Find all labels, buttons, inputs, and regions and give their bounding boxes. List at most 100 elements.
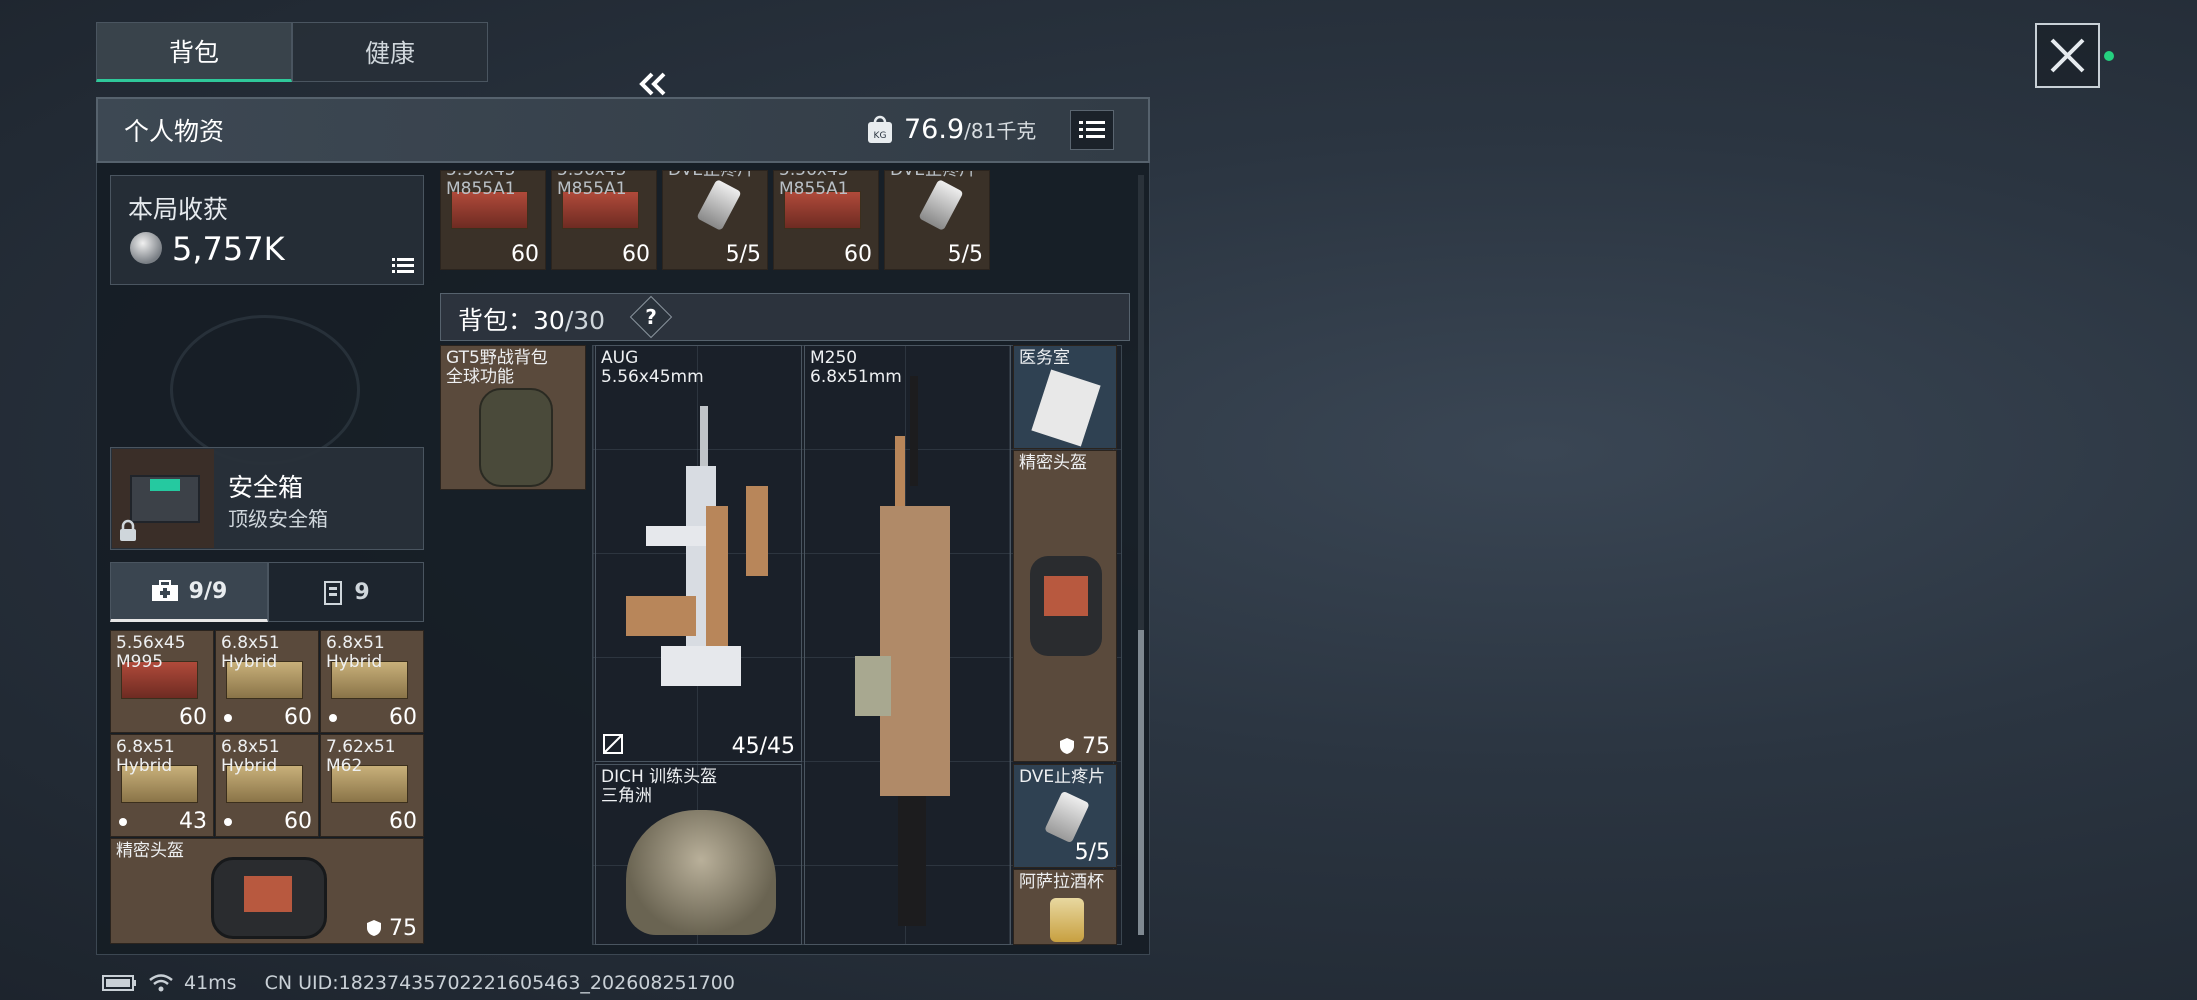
item-name: DICH 训练头盔 三角洲	[601, 767, 718, 806]
harvest-title: 本局收获	[128, 195, 229, 224]
item-count: 60	[284, 809, 312, 834]
pocket-ammo-cell[interactable]: 6.8x51 Hybrid 60	[215, 734, 319, 837]
helmet-bag-image	[211, 857, 327, 939]
medkit-image	[1031, 369, 1101, 447]
close-button[interactable]	[2035, 23, 2100, 88]
pocket-ammo-cell[interactable]: 6.8x51 Hybrid 43	[110, 734, 214, 837]
weight-readout: 76.9/81千克	[904, 114, 1037, 145]
item-name: 6.8x51 Hybrid	[326, 633, 385, 672]
dich-helmet-image	[626, 810, 776, 935]
item-name: 阿萨拉酒杯	[1019, 872, 1104, 892]
top-row-item-cell[interactable]: DVE止疼片 5/5	[884, 170, 990, 270]
dve-painkiller-cell[interactable]: DVE止疼片 5/5	[1013, 764, 1117, 868]
tab-vest[interactable]: 9	[268, 562, 424, 622]
collapse-chevron-icon[interactable]	[636, 70, 670, 98]
no-magazine-icon	[603, 734, 623, 754]
faction-emblem	[170, 315, 360, 465]
safebox-name: 安全箱	[228, 473, 304, 502]
top-row-item-cell[interactable]: 5.56x45 M855A1 60	[551, 170, 657, 270]
panel-title: 个人物资	[124, 117, 225, 146]
lock-icon	[120, 519, 136, 541]
m250-gun-cell[interactable]: M250 6.8x51mm	[804, 345, 1011, 945]
ammo-count: 45/45	[731, 734, 795, 759]
top-row-item-cell[interactable]: 5.56x45 M855A1 60	[773, 170, 879, 270]
pocket-ammo-cell[interactable]: 7.62x51 M62 60	[320, 734, 424, 837]
painkiller-image	[1044, 790, 1090, 844]
item-count: 5/5	[725, 242, 761, 267]
list-view-button[interactable]	[1070, 110, 1114, 150]
asala-cup-cell[interactable]: 阿萨拉酒杯	[1013, 869, 1117, 945]
item-count: 60	[844, 242, 872, 267]
uid-readout: CN UID:1823743570222160546​3_20260825170…	[264, 972, 735, 994]
coin-icon	[130, 232, 162, 264]
item-count: 60	[284, 705, 312, 730]
item-name: GT5野战背包 全球功能	[446, 348, 548, 387]
item-name: DVE止疼片	[668, 170, 755, 180]
pocket-ammo-cell[interactable]: 6.8x51 Hybrid 60	[320, 630, 424, 733]
item-name: 精密头盔	[1019, 453, 1087, 473]
item-count: 60	[389, 705, 417, 730]
status-bar: 41ms CN UID:1823743570222160546​3_202608…	[102, 972, 735, 994]
item-name: AUG 5.56x45mm	[601, 348, 704, 387]
harvest-list-icon[interactable]	[392, 257, 414, 275]
item-name: 7.62x51 M62	[326, 737, 396, 776]
safebox-image	[112, 449, 214, 548]
helmet-cell[interactable]: 精密头盔 75	[1013, 450, 1117, 762]
item-count: 60	[179, 705, 207, 730]
armor-shield-icon	[1060, 738, 1074, 754]
online-indicator	[2104, 51, 2114, 61]
item-name: 6.8x51 Hybrid	[116, 737, 175, 776]
tab-backpack[interactable]: 背包	[96, 22, 292, 82]
close-icon	[2050, 38, 2085, 73]
harvest-value: 5,757K	[172, 230, 285, 268]
aug-rifle-image	[626, 406, 768, 686]
vest-icon	[324, 581, 343, 605]
vest-count: 9	[354, 579, 370, 605]
cup-image	[1050, 898, 1084, 942]
top-row-item-cell[interactable]: 5.56x45 M855A1 60	[440, 170, 546, 270]
backpack-image	[479, 388, 553, 487]
item-name: 医务室	[1019, 348, 1070, 368]
battery-icon	[102, 975, 136, 991]
durability: 75	[1059, 734, 1110, 759]
item-count: 60	[511, 242, 539, 267]
helmet-image	[1030, 556, 1102, 656]
item-count: 60	[622, 242, 650, 267]
aug-rifle-cell[interactable]: AUG 5.56x45mm 45/45	[595, 345, 802, 762]
stack-dot	[224, 714, 232, 722]
pocket-helmet-cell[interactable]: 精密头盔 75	[110, 838, 424, 944]
item-name: 5.56x45 M995	[116, 633, 186, 672]
scrollbar-thumb[interactable]	[1138, 630, 1144, 935]
durability: 75	[366, 916, 417, 941]
tab-pouch[interactable]: 9/9	[110, 562, 268, 622]
item-name: 6.8x51 Hybrid	[221, 737, 280, 776]
item-name: 5.56x45 M855A1	[557, 170, 627, 199]
top-row-item-cell[interactable]: DVE止疼片 5/5	[662, 170, 768, 270]
stack-dot	[329, 714, 337, 722]
pocket-ammo-cell[interactable]: 6.8x51 Hybrid 60	[215, 630, 319, 733]
medkit-icon	[151, 580, 178, 601]
pocket-ammo-cell[interactable]: 5.56x45 M995 60	[110, 630, 214, 733]
item-name: 5.56x45 M855A1	[779, 170, 849, 199]
list-icon	[1079, 121, 1105, 138]
item-name: 6.8x51 Hybrid	[221, 633, 280, 672]
safebox-subtitle: 顶级安全箱	[228, 507, 328, 531]
svg-text:KG: KG	[874, 131, 887, 141]
item-count: 43	[179, 809, 207, 834]
item-name: 精密头盔	[116, 841, 184, 861]
m250-gun-image	[855, 376, 950, 926]
item-name: 5.56x45 M855A1	[446, 170, 516, 199]
pouch-count: 9/9	[188, 578, 228, 604]
painkiller-image	[696, 179, 742, 231]
dich-helmet-cell[interactable]: DICH 训练头盔 三角洲	[595, 764, 802, 945]
ping-readout: 41ms	[184, 972, 237, 994]
item-count: 60	[389, 809, 417, 834]
armor-shield-icon	[367, 920, 381, 936]
medkit-cell[interactable]: 医务室	[1013, 345, 1117, 449]
stack-dot	[224, 818, 232, 826]
backpack-item-cell[interactable]: GT5野战背包 全球功能	[440, 345, 586, 490]
stack-dot	[119, 818, 127, 826]
item-count: 5/5	[1074, 840, 1110, 865]
wifi-icon	[149, 974, 173, 992]
tab-health[interactable]: 健康	[292, 22, 488, 82]
